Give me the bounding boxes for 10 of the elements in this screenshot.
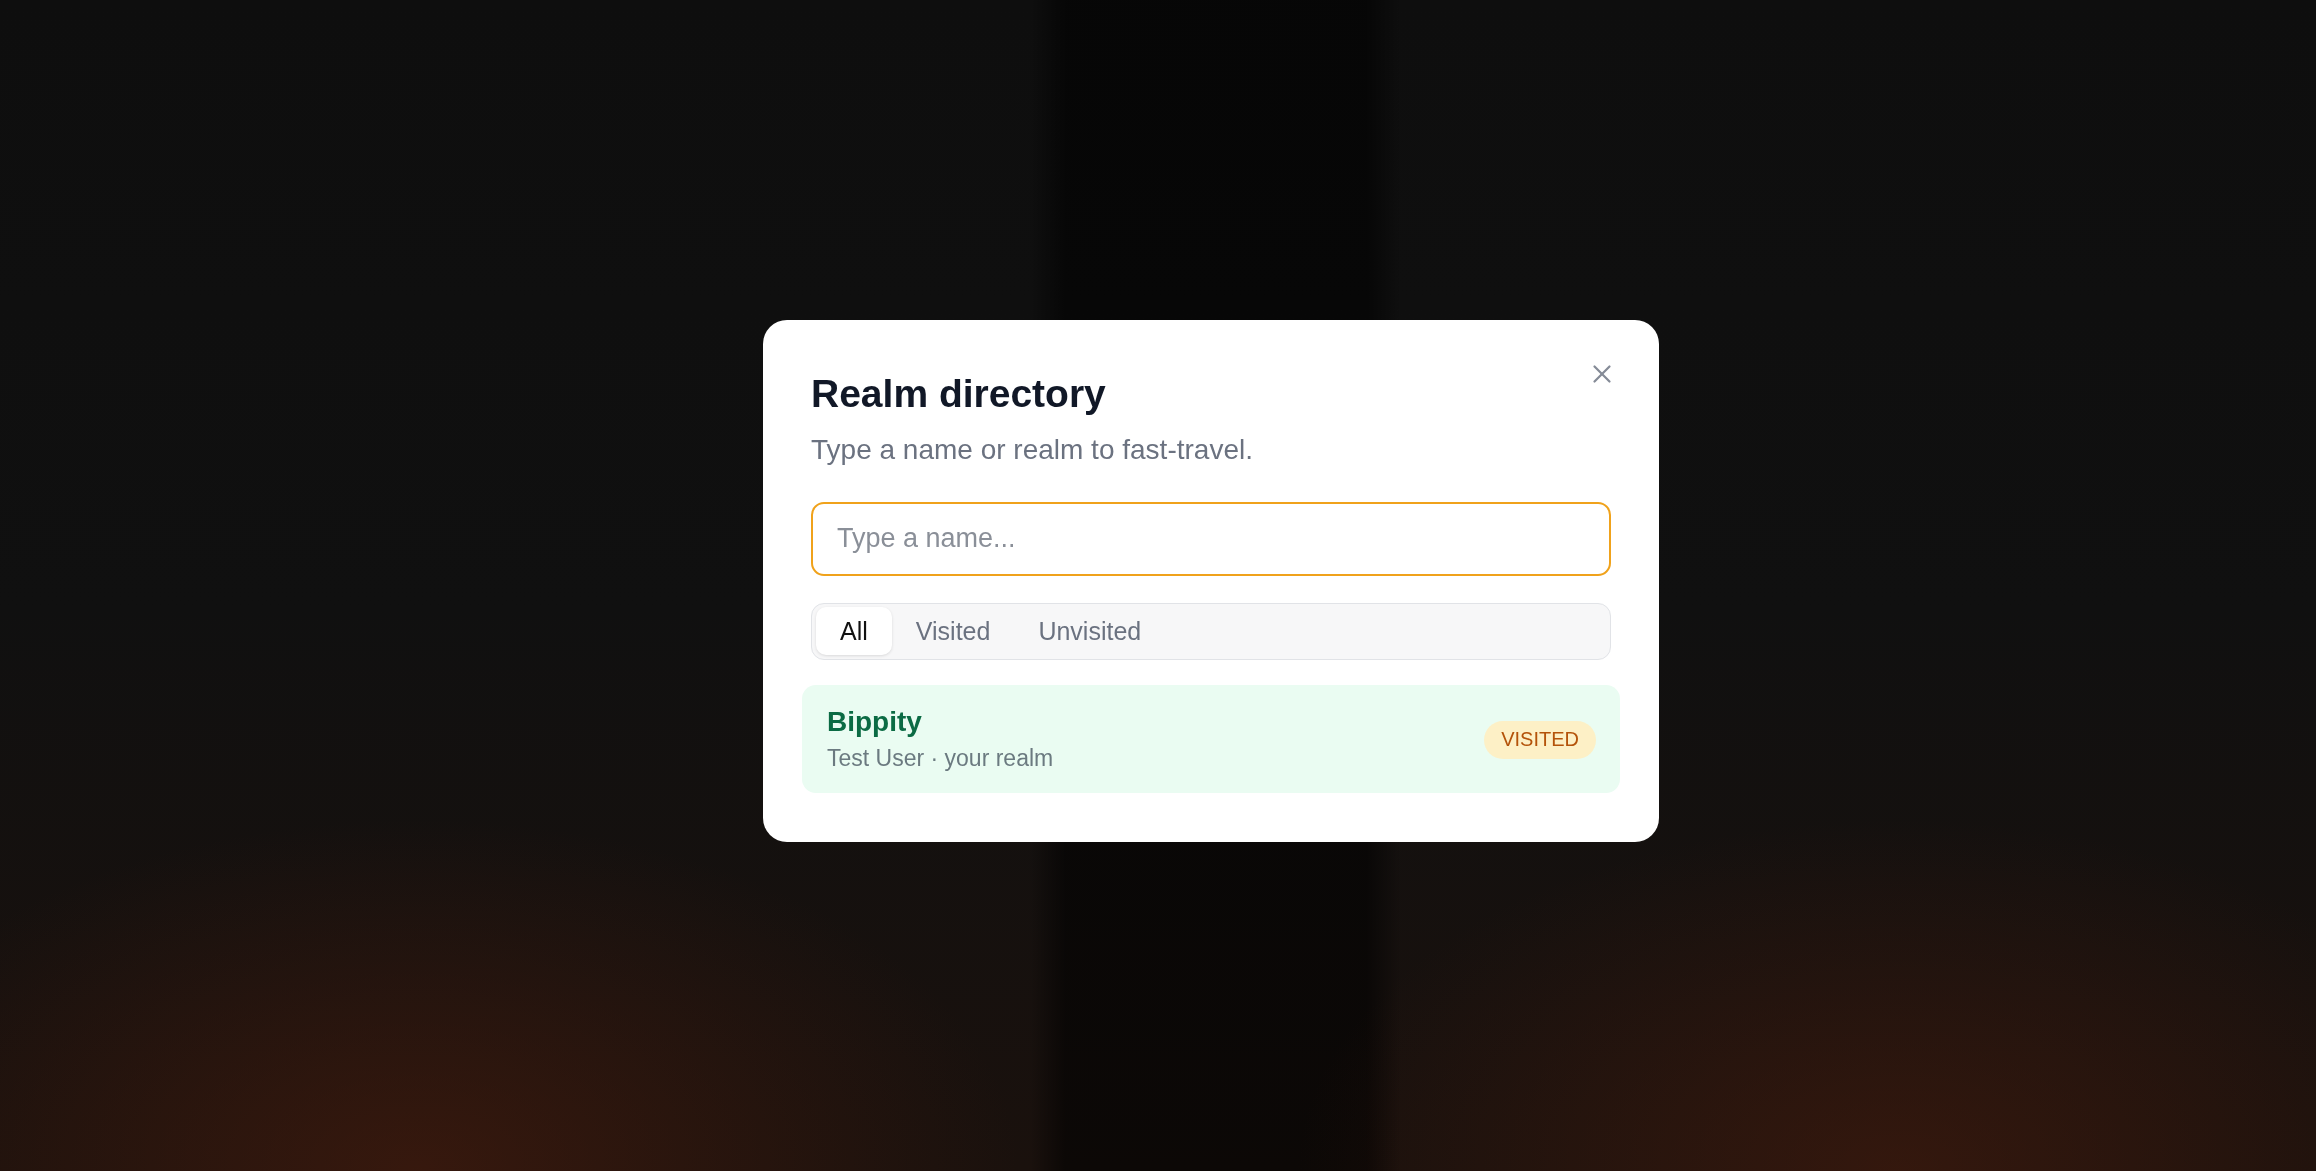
dialog-title: Realm directory (811, 370, 1106, 417)
filter-tab[interactable]: Visited (891, 607, 1015, 655)
realm-owner: Test User · your realm (827, 743, 1054, 773)
dialog-subtitle: Type a name or realm to fast-travel. (811, 432, 1253, 467)
filter-tab[interactable]: Unvisited (1014, 607, 1166, 655)
filter-tab[interactable]: All (816, 607, 892, 655)
search-field[interactable]: Type a name... (811, 501, 1611, 576)
realm-list-item[interactable]: Bippity Test User · your realm VISITED (802, 684, 1620, 793)
realm-name: Bippity (827, 704, 923, 739)
status-badge: VISITED (1484, 720, 1596, 759)
